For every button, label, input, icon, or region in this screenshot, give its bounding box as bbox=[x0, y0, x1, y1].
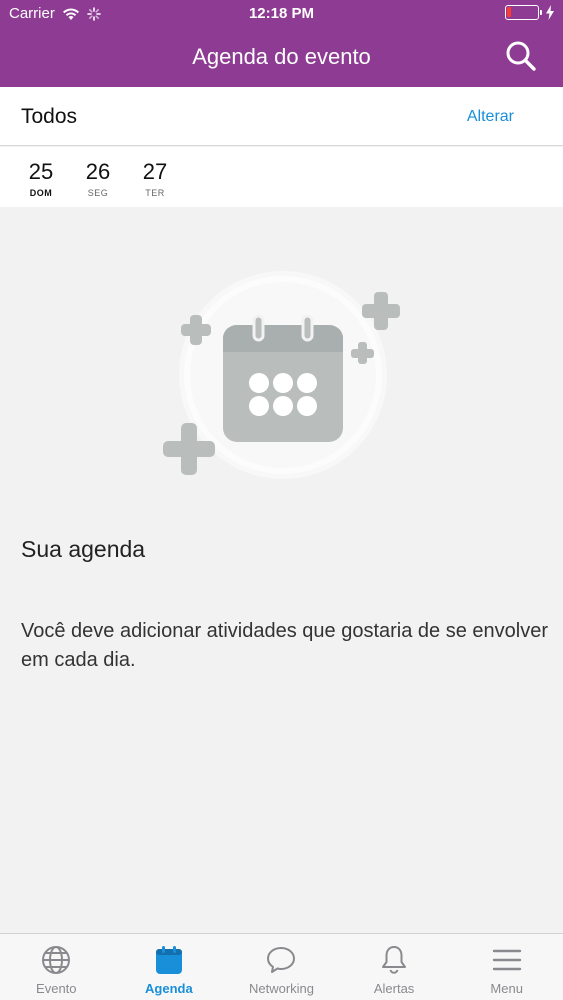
date-number: 25 bbox=[28, 159, 54, 184]
date-item[interactable]: 25 DOM bbox=[21, 159, 61, 198]
date-weekday: DOM bbox=[29, 188, 53, 198]
search-icon[interactable] bbox=[505, 40, 537, 72]
tab-evento[interactable]: Evento bbox=[0, 934, 113, 1000]
tab-label: Alertas bbox=[373, 981, 415, 996]
chat-bubble-icon bbox=[267, 947, 296, 973]
tab-bar: Evento Agenda Networking Alertas Menu bbox=[0, 933, 563, 1000]
date-item[interactable]: 26 SEG bbox=[78, 159, 118, 198]
date-item[interactable]: 27 TER bbox=[135, 159, 175, 198]
app-header: Carrier 12:18 PM Agenda do evento bbox=[0, 0, 563, 87]
charging-bolt-icon bbox=[546, 5, 554, 20]
empty-state-message: Você deve adicionar atividades que gosta… bbox=[21, 620, 549, 671]
tab-label: Agenda bbox=[145, 981, 193, 996]
date-weekday: TER bbox=[145, 188, 165, 198]
globe-icon bbox=[42, 946, 71, 974]
tab-label: Networking bbox=[248, 981, 314, 996]
status-right bbox=[505, 5, 555, 20]
status-bar: Carrier 12:18 PM bbox=[0, 0, 563, 28]
battery-level bbox=[507, 7, 511, 17]
date-number: 26 bbox=[85, 159, 111, 184]
tab-agenda[interactable]: Agenda bbox=[113, 934, 226, 1000]
tab-alertas[interactable]: Alertas bbox=[338, 934, 451, 1000]
calendar-icon bbox=[155, 946, 182, 974]
page-title: Agenda do evento bbox=[192, 44, 371, 69]
status-time: 12:18 PM bbox=[248, 5, 315, 22]
filter-label: Todos bbox=[21, 105, 78, 128]
tab-networking[interactable]: Networking bbox=[225, 934, 338, 1000]
hamburger-menu-icon bbox=[492, 949, 521, 971]
empty-state-title: Sua agenda bbox=[21, 536, 146, 562]
tab-label: Menu bbox=[490, 981, 523, 996]
date-number: 27 bbox=[142, 159, 168, 184]
tab-label: Evento bbox=[36, 981, 77, 996]
filter-row: Todos Alterar bbox=[0, 87, 563, 146]
change-filter-button[interactable]: Alterar bbox=[467, 108, 514, 126]
tab-menu[interactable]: Menu bbox=[450, 934, 563, 1000]
bell-icon bbox=[382, 946, 407, 974]
battery-icon bbox=[505, 5, 542, 20]
date-selector: 25 DOM 26 SEG 27 TER bbox=[0, 147, 563, 207]
date-weekday: SEG bbox=[87, 188, 109, 198]
empty-calendar-illustration bbox=[163, 271, 400, 479]
